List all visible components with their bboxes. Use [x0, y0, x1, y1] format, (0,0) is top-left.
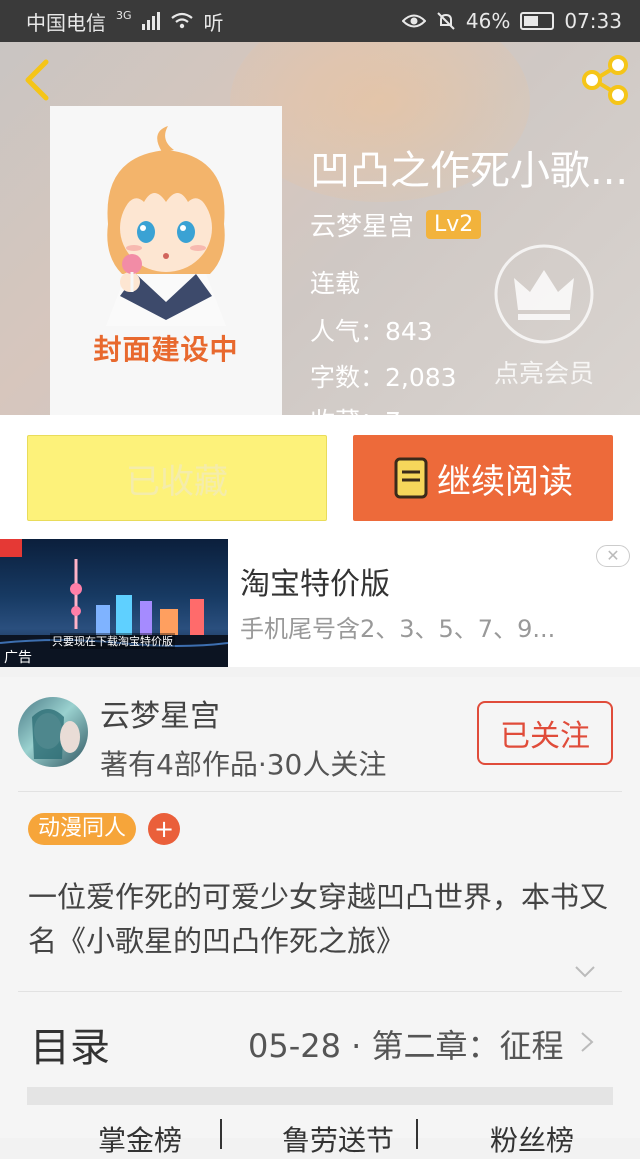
section-separator: [27, 1087, 613, 1105]
toc-label: 目录: [30, 1025, 110, 1071]
popularity-count: 人气：843: [310, 317, 433, 346]
book-header: 封面建设中 凹凸之作死小歌... 云梦星宫 Lv2 连载 人气：843 字数：2…: [0, 42, 640, 415]
author-name[interactable]: 云梦星宫: [310, 206, 414, 243]
battery-icon: [520, 12, 555, 30]
vip-label[interactable]: 点亮会员: [486, 354, 602, 390]
saved-button-label: 已收藏: [126, 461, 228, 502]
author-stats: 著有4部作品·30人关注: [100, 748, 387, 781]
genre-tag[interactable]: 动漫同人: [28, 813, 137, 845]
mute-bell-icon: [437, 12, 455, 30]
word-count: 字数：2,083: [310, 363, 457, 392]
ad-banner[interactable]: 只要现在下载淘宝特价版 广告 淘宝特价版 手机尾号含2、3、5、7、9... ✕: [0, 539, 640, 667]
ad-title: 淘宝特价版: [240, 567, 390, 602]
eye-icon: [401, 14, 426, 28]
continue-reading-label: 继续阅读: [437, 461, 573, 502]
divider: [18, 991, 622, 992]
saved-button[interactable]: 已收藏: [27, 435, 327, 521]
ad-city-skyline-image: 只要现在下载淘宝特价版 广告: [0, 539, 228, 667]
listen-label: 听: [203, 10, 224, 35]
cover-anime-girl-illustration: [106, 126, 226, 326]
book-title: 凹凸之作死小歌...: [310, 148, 629, 194]
serial-status: 连载: [310, 269, 361, 298]
crown-icon[interactable]: [492, 242, 596, 346]
chevron-right-icon: [581, 1032, 594, 1052]
tab-festival[interactable]: 鲁劳送节: [282, 1119, 394, 1159]
ranking-tabs: 掌金榜 鲁劳送节 粉丝榜: [0, 1119, 640, 1157]
continue-reading-button[interactable]: 继续阅读: [353, 435, 613, 521]
cover-caption: 封面建设中: [93, 333, 239, 366]
tab-gold-ranking[interactable]: 掌金榜: [98, 1119, 182, 1159]
chevron-down-icon[interactable]: [574, 965, 596, 979]
follow-button[interactable]: 已关注: [477, 701, 613, 765]
author-row: 云梦星宫 Lv2: [310, 206, 482, 243]
latest-chapter: 05-28 · 第二章：征程: [248, 1027, 564, 1065]
author-avatar[interactable]: [18, 697, 88, 767]
table-of-contents-row[interactable]: 目录 05-28 · 第二章：征程: [0, 997, 640, 1077]
close-icon: ✕: [606, 546, 620, 565]
signal-icon: [141, 12, 160, 30]
add-tag-button[interactable]: +: [148, 813, 180, 845]
tab-fan-ranking[interactable]: 粉丝榜: [490, 1119, 574, 1159]
back-arrow-icon[interactable]: [16, 58, 56, 102]
wifi-icon: [170, 12, 193, 29]
action-bar: 已收藏 继续阅读: [0, 415, 640, 539]
share-icon[interactable]: [580, 54, 630, 106]
tab-separator: [220, 1119, 222, 1149]
favorites-count: 收藏：7: [310, 402, 401, 415]
tab-separator: [416, 1119, 418, 1149]
level-badge: Lv2: [426, 210, 482, 239]
ad-close-button[interactable]: ✕: [596, 545, 630, 567]
ad-subtitle: 手机尾号含2、3、5、7、9...: [240, 615, 556, 643]
divider: [18, 791, 622, 792]
book-icon: [394, 457, 428, 499]
author-card-name[interactable]: 云梦星宫: [100, 691, 220, 735]
follow-button-label: 已关注: [500, 719, 590, 754]
carrier-label: 中国电信: [26, 10, 106, 35]
author-card: 云梦星宫 著有4部作品·30人关注 已关注 动漫同人 + 一位爱作死的可爱少女穿…: [0, 677, 640, 1157]
book-cover[interactable]: 封面建设中: [50, 106, 282, 415]
network-type: 3G: [116, 8, 132, 22]
clock: 07:33: [564, 9, 622, 33]
ad-tag: 广告: [4, 650, 32, 666]
avatar-illustration: [32, 709, 80, 759]
ad-image-text: 只要现在下载淘宝特价版: [50, 633, 175, 649]
battery-percent: 46%: [465, 9, 511, 33]
book-description: 一位爱作死的可爱少女穿越凹凸世界，本书又名《小歌星的凹凸作死之旅》: [28, 880, 609, 958]
status-bar: 中国电信 3G 听 46% 07:33: [0, 0, 640, 42]
